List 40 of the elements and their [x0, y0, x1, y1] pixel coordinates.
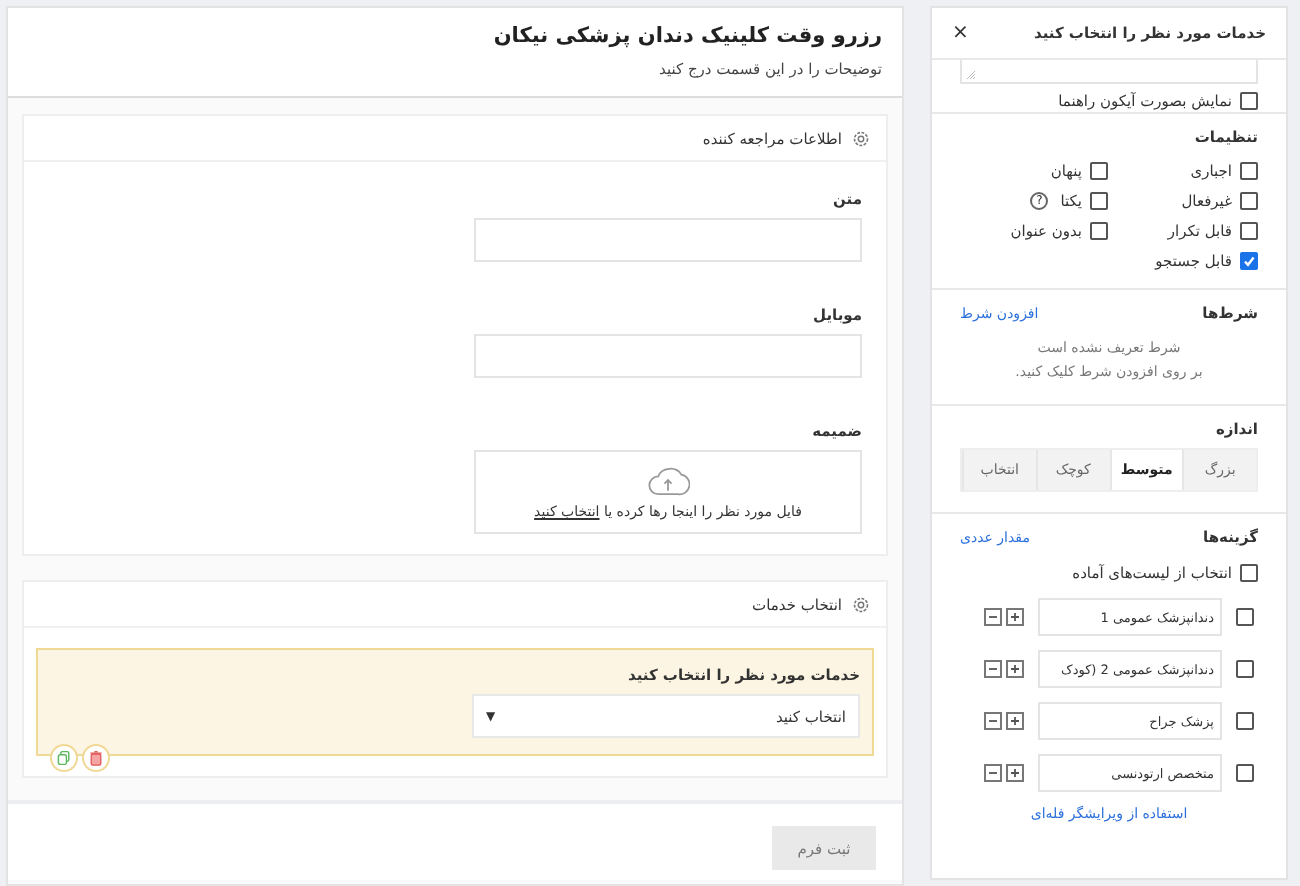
- settings-icon: [852, 595, 870, 613]
- remove-button[interactable]: [984, 660, 1002, 678]
- checkbox[interactable]: [1090, 192, 1108, 210]
- settings-icon: [852, 129, 870, 147]
- delete-button[interactable]: [82, 744, 110, 772]
- add-button[interactable]: [1006, 712, 1024, 730]
- remove-button[interactable]: [984, 764, 1002, 782]
- trash-icon: [88, 750, 104, 766]
- checkbox[interactable]: [1240, 564, 1258, 582]
- checkbox[interactable]: [1240, 162, 1258, 180]
- cloud-upload-icon: [646, 464, 690, 496]
- checkbox[interactable]: [1090, 222, 1108, 240]
- checkbox[interactable]: [1236, 764, 1254, 782]
- plus-icon: [1008, 662, 1022, 676]
- close-button[interactable]: ×: [952, 22, 969, 44]
- minus-icon: [986, 662, 1000, 676]
- plus-icon: [1008, 766, 1022, 780]
- plus-icon: [1008, 714, 1022, 728]
- checkbox[interactable]: [1240, 252, 1258, 270]
- remove-button[interactable]: [984, 608, 1002, 626]
- plus-icon: [1008, 610, 1022, 624]
- checkbox[interactable]: [1240, 192, 1258, 210]
- add-button[interactable]: [1006, 764, 1024, 782]
- copy-icon: [56, 750, 72, 766]
- form-title: رزرو وقت کلینیک دندان پزشکی نیکان: [491, 24, 882, 48]
- checkbox[interactable]: [1240, 92, 1258, 110]
- resize-grip-icon: [966, 70, 976, 80]
- input-field[interactable]: [474, 218, 862, 262]
- remove-button[interactable]: [984, 712, 1002, 730]
- minus-icon: [986, 610, 1000, 624]
- input-field[interactable]: [474, 334, 862, 378]
- add-button[interactable]: [1006, 660, 1024, 678]
- add-button[interactable]: [1006, 608, 1024, 626]
- minus-icon: [986, 714, 1000, 728]
- minus-icon: [986, 766, 1000, 780]
- checkbox[interactable]: [1090, 162, 1108, 180]
- checkbox[interactable]: [1236, 712, 1254, 730]
- checkbox[interactable]: [1240, 222, 1258, 240]
- checkbox[interactable]: [1236, 608, 1254, 626]
- checkbox[interactable]: [1236, 660, 1254, 678]
